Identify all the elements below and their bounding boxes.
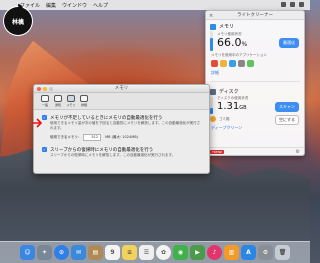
dock-notes-icon[interactable]: ≡ [122,245,137,260]
dock-facetime-icon[interactable]: ▶ [190,245,205,260]
site-logo: 林檎 [4,4,32,35]
advanced-icon [80,95,88,102]
memory-threshold-label: 使用できるメモリ: [50,135,80,139]
memory-apps-label: メモリを使用中のアプリケーション [211,53,267,57]
memory-section-header: メモリ [206,20,304,30]
prefs-toolbar: 一般 通知 メモリ 詳細 [34,93,209,110]
disk-gauge [210,96,213,114]
dock-itunes-icon[interactable]: ♪ [207,245,222,260]
memory-label: メモリ [219,24,235,30]
trash-icon [210,116,216,122]
minimize-window-button[interactable] [43,87,47,91]
dock-calendar-icon[interactable]: 9 [105,245,120,260]
dock-mail-icon[interactable]: ✉ [71,245,86,260]
tab-memory[interactable]: メモリ [66,95,76,107]
memory-app-icon [247,60,254,67]
memory-gauge [210,31,213,51]
window-title: メモリ [114,86,129,91]
disk-readout: ディスクの使用状況 1.31GB [217,96,248,114]
memory-app-icon [211,60,218,67]
menu-edit[interactable]: 編集 [46,2,56,9]
logo-text: 林檎 [11,18,24,26]
dock-appstore-icon[interactable]: A [241,245,256,260]
dock: ☺ ✦ ⊙ ✉ ▤ 9 ≡ ☰ ✿ ◉ ▶ ♪ ▥ A ⚙ 🗑 [0,241,310,263]
memory-gauge-row: メモリ使用状況 66.0% 最適化 [206,30,304,52]
disk-value-unit: GB [239,105,247,111]
panel-divider [210,81,300,82]
trash-row: ゴミ箱 空にする [206,115,304,125]
close-window-button[interactable] [37,87,41,91]
memory-threshold-unit: MB (最大: 1024MB) [105,135,138,139]
dock-finder-icon[interactable]: ☺ [20,245,35,260]
menu-window[interactable]: ウインドウ [62,2,87,9]
wake-checkbox[interactable]: ✓ [42,147,47,152]
memory-threshold-input[interactable]: 512 [83,134,102,141]
memory-app-icon [229,60,236,67]
memory-app-icon [238,60,245,67]
disk-value: 1.31GB [217,101,248,114]
tab-advanced-label: 詳細 [80,103,87,107]
disk-value-number: 1.31 [217,101,240,112]
gear-icon[interactable]: ⚙ [296,149,300,155]
dock-trash-icon[interactable]: 🗑 [275,245,290,260]
menu-bar: ファイル 編集 ウインドウ ヘルプ [0,0,310,10]
tab-notifications-label: 通知 [54,103,61,107]
preferences-window: メモリ 一般 通知 メモリ 詳細 ✓ メモリが不足しているときにメモリの自動最適… [33,84,210,174]
memory-value-unit: % [241,40,248,48]
tab-general-label: 一般 [41,103,48,107]
memory-tab-icon [67,95,75,102]
search-icon[interactable] [299,2,304,7]
brand-badge: TREND [210,149,225,154]
general-icon [41,95,49,102]
memory-app-icon [220,60,227,67]
dock-safari-icon[interactable]: ⊙ [54,245,69,260]
tab-general[interactable]: 一般 [40,95,50,107]
window-controls [37,87,53,91]
zoom-window-button[interactable] [49,87,53,91]
panel-footer: TREND ⚙ [206,147,304,155]
panel-close-icon[interactable]: × [209,13,213,19]
dock-messages-icon[interactable]: ◉ [173,245,188,260]
disk-icon [210,88,216,95]
status-icons [281,2,304,7]
status-app-icon[interactable] [281,2,286,7]
dock-reminders-icon[interactable]: ☰ [139,245,154,260]
tab-advanced[interactable]: 詳細 [79,95,89,107]
memory-value: 66.0% [217,35,248,51]
menu-help[interactable]: ヘルプ [93,2,108,9]
disk-section-header: ディスク [206,85,304,95]
disk-gauge-row: ディスクの使用状況 1.31GB スキャン [206,95,304,115]
notification-icon [54,95,62,102]
tab-notifications[interactable]: 通知 [53,95,63,107]
dock-ibooks-icon[interactable]: ▥ [224,245,239,260]
dock-launchpad-icon[interactable]: ✦ [37,245,52,260]
disk-scan-button[interactable]: スキャン [275,102,299,112]
annotation-arrow [32,118,43,128]
panel-title: ライトクリーナー [206,11,304,20]
memory-app-icons [206,59,304,68]
memory-value-number: 66.0 [217,35,242,49]
memory-icon [210,23,216,30]
tab-memory-label: メモリ [66,103,76,107]
memory-gauge-fill [210,37,213,51]
memory-threshold-row: 使用できるメモリ: 512 MB (最大: 1024MB) [50,134,209,141]
memory-optimize-button[interactable]: 最適化 [279,38,299,48]
disk-label: ディスク [219,89,239,95]
trash-label: ゴミ箱 [219,116,230,121]
wifi-icon[interactable] [290,2,295,7]
window-titlebar: メモリ [34,85,209,93]
dock-photos-icon[interactable]: ✿ [156,245,171,260]
trash-empty-button[interactable]: 空にする [274,115,299,125]
low-memory-option-desc: 使用できるメモリ量が次の値を下回ると自動的にメモリを解放します。この自動最適化が… [50,121,201,130]
disk-gauge-fill [210,108,213,114]
memory-details-link[interactable]: 詳細 [206,68,304,78]
wake-option-desc: スリープからの復帰時にメモリを解放します。この自動最適化が実行されます。 [50,153,176,157]
dock-preferences-icon[interactable]: ⚙ [258,245,273,260]
cleaner-panel: ライトクリーナー × メモリ メモリ使用状況 66.0% 最適化 メモリを使用中… [205,10,305,156]
dock-contacts-icon[interactable]: ▤ [88,245,103,260]
memory-readout: メモリ使用状況 66.0% [217,32,247,51]
